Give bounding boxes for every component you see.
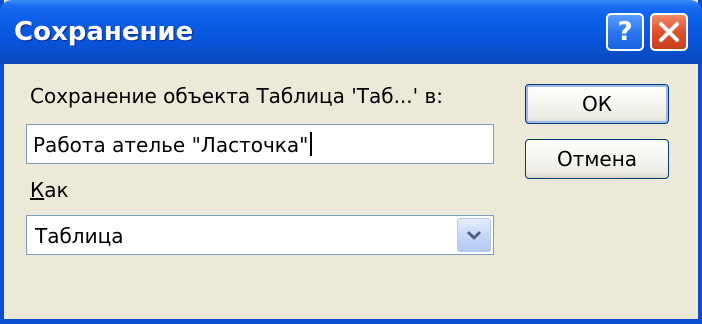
save-object-label: Сохранение объекта Таблица 'Таб...' в: [30,84,444,108]
chevron-down-icon [466,230,482,240]
text-caret [310,132,313,156]
help-icon: ? [617,17,633,47]
cancel-button[interactable]: Отмена [525,139,669,179]
dialog-title: Сохранение [14,17,194,47]
help-button[interactable]: ? [606,13,644,51]
object-type-value: Таблица [35,224,124,248]
save-as-label-accesskey: К [30,178,45,202]
object-type-select[interactable]: Таблица [26,215,494,255]
save-as-label-rest: ак [44,178,69,202]
title-bar[interactable]: Сохранение ? [0,0,702,64]
object-name-input[interactable]: Работа ателье "Ласточка" [26,124,494,164]
close-button[interactable] [650,13,688,51]
save-as-label: Как [30,178,69,202]
close-icon [659,22,679,42]
dropdown-button[interactable] [457,218,491,252]
ok-button[interactable]: ОК [525,84,669,124]
object-name-value: Работа ателье "Ласточка" [33,133,309,157]
